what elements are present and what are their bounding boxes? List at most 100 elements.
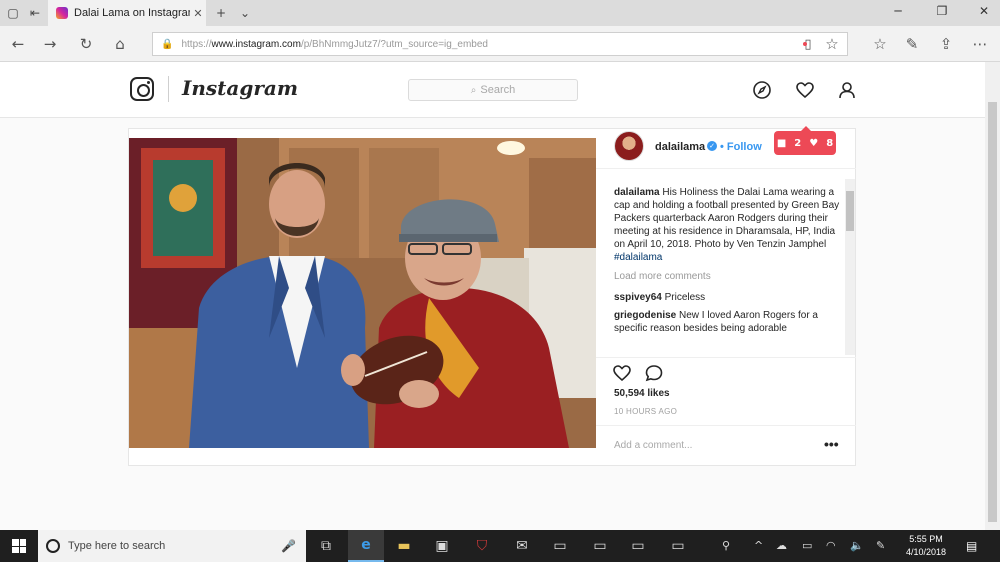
follow-label: Follow [726, 141, 762, 153]
favorites-hub-icon[interactable]: ☆ [870, 34, 890, 54]
post-photo[interactable] [129, 138, 596, 448]
post-sidebar: dalailama ✓ • Follow dalailama His Holin… [596, 129, 856, 465]
caption-username[interactable]: dalailama [614, 187, 660, 198]
security-shield-icon[interactable]: ⛉ [464, 530, 500, 562]
add-comment-field[interactable]: Add a comment... ••• [596, 425, 856, 465]
instagram-header: Instagram ⌕ Search [0, 62, 985, 118]
new-tab-icon[interactable]: + [212, 4, 230, 22]
microphone-icon[interactable]: 🎤 [281, 539, 296, 553]
forward-icon[interactable]: → [40, 34, 60, 54]
restore-icon[interactable]: ❐ [932, 4, 952, 22]
comment-username[interactable]: griegodenise [614, 310, 676, 321]
share-icon[interactable]: ⇪ [936, 34, 956, 54]
url-text: https://www.instagram.com/p/BhNmmgJutz7/… [181, 38, 488, 50]
address-toolbar: ← → ↻ ⌂ 🔒 https://www.instagram.com/p/Bh… [0, 26, 1000, 62]
clock-time: 5:55 PM [909, 534, 943, 544]
activity-heart-icon[interactable] [794, 79, 816, 101]
file-explorer-icon[interactable]: ▬ [386, 530, 422, 562]
comment-count: 2 [794, 137, 802, 149]
explore-compass-icon[interactable] [751, 79, 773, 101]
volume-speaker-icon[interactable]: 🔈 [850, 539, 864, 552]
profile-user-icon[interactable] [836, 79, 858, 101]
people-icon[interactable]: ⚲ [722, 539, 730, 552]
add-comment-placeholder: Add a comment... [614, 440, 693, 451]
onedrive-cloud-icon[interactable]: ☁ [776, 539, 787, 552]
instagram-wordmark[interactable]: Instagram [182, 76, 298, 100]
follow-button[interactable]: • Follow [720, 141, 762, 153]
tab-instagram[interactable]: Dalai Lama on Instagran ✕ [48, 0, 206, 26]
favorite-star-icon[interactable]: ☆ [822, 34, 842, 54]
reading-view-icon[interactable]: ▯ [798, 34, 818, 54]
search-icon: ⌕ [470, 84, 477, 96]
post-actions [596, 357, 856, 385]
tab-title: Dalai Lama on Instagran [74, 7, 190, 19]
list-item: griegodenise New I loved Aaron Rogers fo… [614, 309, 844, 335]
clock-date: 4/10/2018 [905, 547, 947, 557]
comment-text: Priceless [661, 292, 706, 303]
likes-count[interactable]: 50,594 likes [614, 388, 670, 399]
windows-logo-icon [12, 539, 26, 553]
like-count: 8 [826, 137, 834, 149]
page-scroll-thumb[interactable] [988, 102, 997, 522]
taskbar-clock[interactable]: 5:55 PM 4/10/2018 [896, 533, 956, 559]
close-tab-icon[interactable]: ✕ [190, 7, 206, 20]
page-scrollbar[interactable] [985, 62, 1000, 530]
activity-notification-badge[interactable]: ■ 2 ♥ 8 [774, 126, 836, 155]
browser-tab-bar: ▢ ⇤ Dalai Lama on Instagran ✕ + ⌄ ─ ❐ ✕ [0, 0, 1000, 26]
app-window-icon[interactable]: ▭ [620, 530, 656, 562]
mail-envelope-icon[interactable]: ✉ [504, 530, 540, 562]
tab-list-chevron-icon[interactable]: ⌄ [236, 4, 254, 22]
refresh-icon[interactable]: ↻ [76, 34, 96, 54]
app-window-icon[interactable]: ▭ [542, 530, 578, 562]
cortana-icon [46, 539, 60, 553]
more-options-icon[interactable]: ⋯ [970, 34, 990, 54]
task-view-icon[interactable]: ⧉ [308, 530, 344, 562]
post-timestamp: 10 HOURS AGO [614, 407, 678, 416]
app-window-icon[interactable]: ▭ [582, 530, 618, 562]
battery-icon[interactable]: ▭ [802, 539, 812, 552]
lock-icon: 🔒 [161, 38, 174, 50]
post-username[interactable]: dalailama [655, 141, 705, 153]
comment-bubble-icon[interactable] [644, 363, 664, 383]
comment-count-icon: ■ [776, 137, 787, 149]
taskbar-search-input[interactable]: Type here to search 🎤 [38, 530, 306, 562]
pen-workspace-icon[interactable]: ✎ [876, 539, 885, 552]
comments-list[interactable]: dalailama His Holiness the Dalai Lama we… [614, 186, 844, 356]
start-button[interactable] [0, 530, 38, 562]
home-icon[interactable]: ⌂ [110, 34, 130, 54]
comments-scrollbar[interactable] [845, 179, 855, 355]
address-bar[interactable]: 🔒 https://www.instagram.com/p/BhNmmgJutz… [152, 32, 848, 56]
instagram-favicon-icon [56, 7, 68, 19]
app-window-icon[interactable]: ▭ [660, 530, 696, 562]
like-heart-icon[interactable] [612, 363, 632, 383]
more-options-button[interactable]: ••• [824, 436, 839, 452]
comments-scroll-thumb[interactable] [846, 191, 854, 231]
caption-hashtag[interactable]: #dalailama [614, 252, 662, 263]
store-bag-icon[interactable]: ▣ [424, 530, 460, 562]
back-icon[interactable]: ← [8, 34, 28, 54]
search-placeholder: Search [480, 84, 516, 96]
show-hidden-icons-chevron-icon[interactable]: ^ [754, 539, 763, 552]
taskbar-search-placeholder: Type here to search [68, 540, 166, 552]
minimize-icon[interactable]: ─ [888, 4, 908, 22]
instagram-camera-icon[interactable] [130, 77, 154, 101]
list-item: sspivey64 Priceless [614, 291, 844, 304]
comment-username[interactable]: sspivey64 [614, 292, 662, 303]
like-count-icon: ♥ [809, 137, 819, 149]
tab-preview-icon[interactable]: ▢ [4, 4, 22, 22]
search-input[interactable]: ⌕ Search [408, 79, 578, 101]
tabs-aside-icon[interactable]: ⇤ [26, 4, 44, 22]
verified-badge-icon: ✓ [707, 141, 717, 151]
action-center-icon[interactable]: ▤ [966, 539, 977, 553]
notification-dot [803, 42, 807, 46]
edge-browser-icon[interactable]: e [348, 530, 384, 562]
instagram-post: dalailama ✓ • Follow dalailama His Holin… [128, 128, 856, 466]
wifi-icon[interactable]: ◠ [826, 539, 836, 552]
follow-separator: • [720, 141, 724, 153]
header-divider [168, 76, 169, 102]
load-more-comments-link[interactable]: Load more comments [614, 270, 844, 283]
windows-taskbar: Type here to search 🎤 ⧉ e ▬ ▣ ⛉ ✉ ▭ ▭ ▭ … [0, 530, 1000, 562]
close-window-icon[interactable]: ✕ [974, 4, 994, 22]
web-note-pen-icon[interactable]: ✎ [902, 34, 922, 54]
avatar[interactable] [614, 131, 644, 161]
